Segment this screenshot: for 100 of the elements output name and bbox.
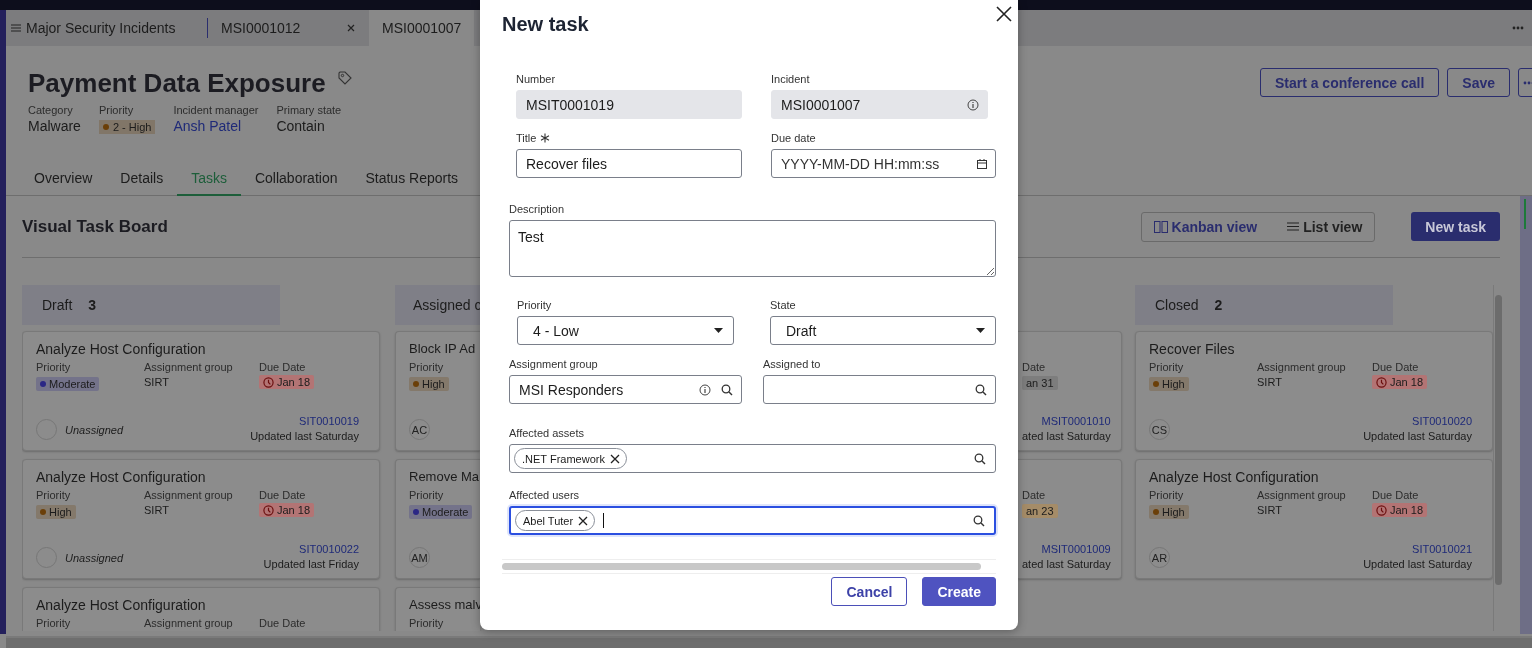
dropdown[interactable]: 4 - Low: [517, 316, 734, 345]
task-card[interactable]: Remove Ma Priority Moderate AM: [395, 459, 480, 579]
record-tab[interactable]: MSI0001007: [369, 10, 474, 46]
horizontal-scrollbar[interactable]: [6, 636, 1532, 648]
clock-icon: [1376, 504, 1387, 516]
priority-tag: Moderate: [409, 505, 473, 519]
more-icon[interactable]: [1512, 26, 1524, 30]
field-label: Assigned to: [763, 358, 821, 370]
field-label: Assignment group: [1257, 489, 1347, 501]
task-card[interactable]: Recover Files Priority High Assignment group SIRT Due Date Jan 18 CS SIT0010020 Updated last Saturday: [1135, 331, 1493, 451]
column-name: Closed: [1155, 297, 1199, 313]
field-label: Priority: [1149, 361, 1185, 373]
task-card[interactable]: Analyze Host Configuration Priority Assignment group Due Date: [22, 587, 380, 631]
due-date-tag: Jan 18: [259, 503, 315, 517]
field-label: Priority: [36, 361, 72, 373]
column-count: 2: [1214, 297, 1223, 313]
clock-icon: [263, 376, 274, 388]
updated-label: ated last Saturday: [1022, 430, 1111, 442]
field-label: Primary state: [276, 104, 342, 116]
record-tab[interactable]: MSI0001012: [208, 10, 369, 46]
task-number-link[interactable]: MSIT0001009: [1022, 543, 1111, 555]
view-button[interactable]: List view: [1287, 218, 1363, 235]
create-button[interactable]: Create: [922, 577, 996, 606]
chip-label: .NET Framework: [522, 452, 605, 465]
field-label: Priority: [1149, 489, 1185, 501]
task-number-link[interactable]: SIT0010021: [1363, 543, 1472, 555]
due-date-tag: Jan 18: [1372, 503, 1428, 517]
date-field[interactable]: YYYY-MM-DD HH:mm:ss: [771, 149, 996, 178]
more-icon: [1523, 80, 1532, 85]
horizontal-scrollbar[interactable]: [502, 563, 982, 570]
task-card[interactable]: Assess malv Priority: [395, 587, 480, 631]
task-card[interactable]: Analyze Host Configuration Priority Moderate Assignment group SIRT Due Date Jan 18 Unassigned SIT0010019 Updated last Saturday: [22, 331, 380, 451]
section-tab[interactable]: Details: [106, 162, 178, 196]
field-label: Date: [1022, 489, 1047, 501]
priority-tag: High: [1149, 505, 1189, 519]
field-label: Assignment group: [509, 358, 598, 370]
task-number-link[interactable]: SIT0010020: [1363, 415, 1472, 427]
search-icon[interactable]: [974, 452, 986, 465]
view-button[interactable]: Kanban view: [1153, 218, 1258, 235]
updated-label: Updated last Friday: [263, 558, 359, 570]
dropdown[interactable]: Draft: [770, 316, 996, 345]
field-label: Priority: [36, 489, 72, 501]
priority-tag: Moderate: [36, 377, 100, 391]
card-title: Assess malv: [409, 597, 480, 614]
action-button[interactable]: Start a conference call: [1259, 68, 1440, 97]
info-icon[interactable]: [699, 383, 711, 396]
search-icon[interactable]: [973, 514, 985, 527]
column-count: 3: [88, 297, 97, 313]
priority-tag: High: [36, 505, 76, 519]
task-card[interactable]: Analyze Host Configuration Priority High Assignment group SIRT Due Date Jan 18 Unassigned SIT0010022 Updated last Friday: [22, 459, 380, 579]
field-label: Assignment group: [1257, 361, 1347, 373]
record-tab[interactable]: Major Security Incidents: [11, 10, 207, 46]
field-label: Priority: [98, 104, 135, 116]
new-task-button[interactable]: New task: [1411, 212, 1500, 241]
text-cursor: [603, 513, 605, 528]
field-value: SIRT: [144, 376, 170, 388]
description-field[interactable]: Test: [509, 220, 996, 277]
remove-icon[interactable]: [578, 515, 589, 526]
field-label: Assignment group: [144, 489, 234, 501]
task-number-link[interactable]: MSIT0001010: [1022, 415, 1111, 427]
task-number-link[interactable]: SIT0010022: [263, 543, 359, 555]
field-label: Incident: [771, 73, 810, 85]
read-only-field[interactable]: MSI0001007: [771, 90, 988, 119]
search-icon[interactable]: [975, 383, 987, 396]
due-date-tag: an 31: [1022, 376, 1058, 390]
lookup-field[interactable]: [763, 375, 996, 404]
task-number-link[interactable]: SIT0010019: [250, 415, 359, 427]
search-icon[interactable]: [721, 383, 733, 396]
field-label: Priority: [409, 617, 445, 629]
close-icon[interactable]: [996, 6, 1012, 22]
cancel-button[interactable]: Cancel: [831, 577, 908, 606]
action-button[interactable]: Save: [1447, 68, 1510, 97]
assignee-label: Unassigned: [65, 423, 124, 436]
remove-icon[interactable]: [609, 453, 620, 464]
field-label: Affected users: [509, 489, 580, 501]
task-card[interactable]: Date an 23 MSIT0001009 ated last Saturday: [1018, 459, 1122, 579]
section-tab[interactable]: Status Reports: [351, 162, 473, 196]
clock-icon: [1376, 376, 1387, 388]
field-label: Incident manager: [173, 104, 259, 116]
manager-link[interactable]: Ansh Patel: [173, 118, 259, 134]
tag-icon[interactable]: [337, 71, 352, 85]
multi-select-field[interactable]: Abel Tuter: [509, 506, 996, 535]
list-icon: [1287, 222, 1300, 231]
field-label: Assignment group: [144, 617, 234, 629]
due-date-tag: Jan 18: [1372, 375, 1428, 389]
calendar-icon[interactable]: [977, 158, 987, 169]
text-field[interactable]: Recover files: [516, 149, 742, 178]
task-card[interactable]: Block IP Ad Priority High AC: [395, 331, 480, 451]
field-value: SIRT: [1257, 376, 1283, 388]
read-only-field[interactable]: MSIT0001019: [516, 90, 742, 119]
section-tab[interactable]: Collaboration: [240, 162, 352, 196]
lookup-field[interactable]: MSI Responders: [509, 375, 742, 404]
vertical-scrollbar[interactable]: [1495, 295, 1502, 585]
section-tab[interactable]: Overview: [20, 162, 107, 196]
record-title: Payment Data Exposure: [28, 68, 326, 98]
multi-select-field[interactable]: .NET Framework: [509, 444, 996, 473]
task-card[interactable]: Date an 31 MSIT0001010 ated last Saturday: [1018, 331, 1122, 451]
info-icon[interactable]: [967, 98, 979, 111]
task-card[interactable]: Analyze Host Configuration Priority High Assignment group SIRT Due Date Jan 18 AR SIT0010021 Updated last Saturday: [1135, 459, 1493, 579]
updated-label: ated last Saturday: [1022, 558, 1111, 570]
